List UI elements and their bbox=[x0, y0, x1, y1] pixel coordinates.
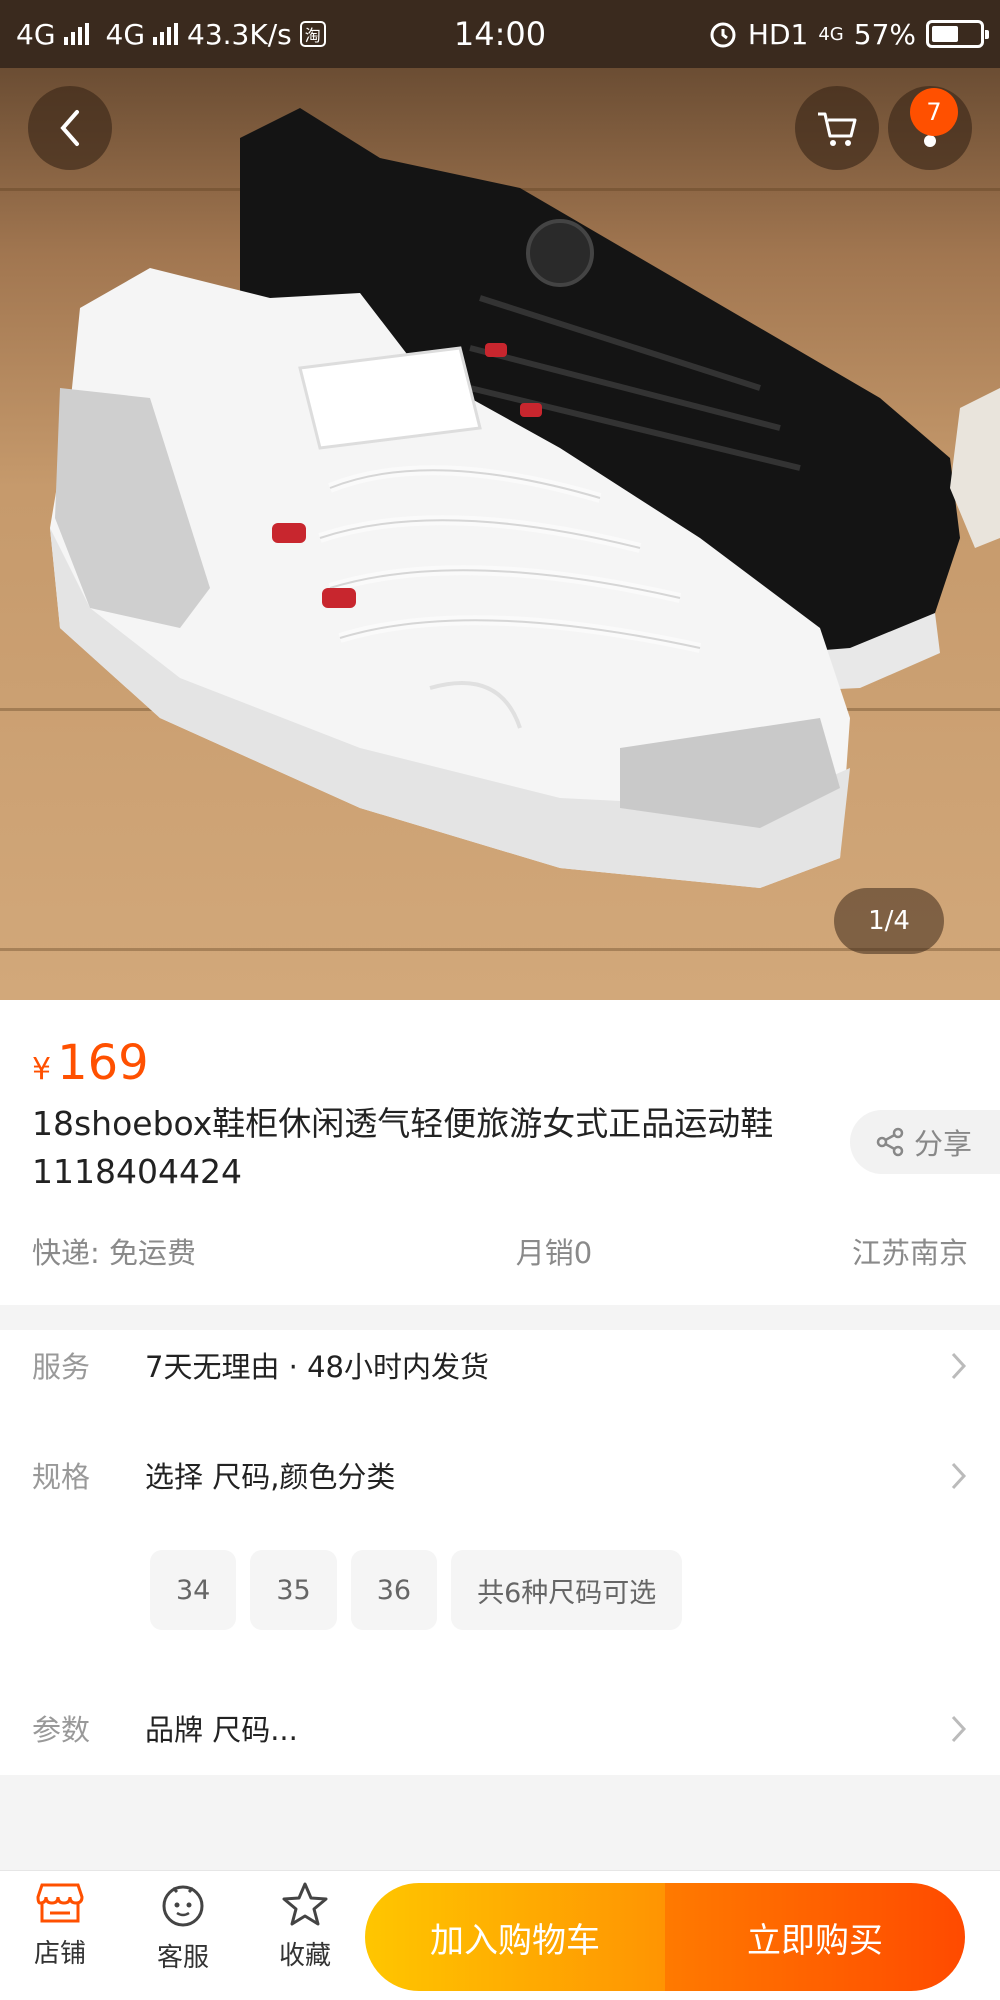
service-label: 服务 bbox=[32, 1350, 91, 1384]
size-chip-34[interactable]: 34 bbox=[150, 1550, 237, 1630]
purchase-buttons: 加入购物车 立即购买 bbox=[365, 1883, 965, 1991]
status-bar: 4G 4G 43.3K/s 淘 14:00 HD1 4G 57% bbox=[0, 0, 1000, 68]
shop-label: 店铺 bbox=[33, 1939, 86, 1969]
alarm-icon bbox=[710, 22, 736, 48]
customer-service-label: 客服 bbox=[156, 1943, 209, 1973]
service-row[interactable]: 服务 7天无理由 · 48小时内发货 bbox=[0, 1330, 1000, 1400]
share-button[interactable]: 分享 bbox=[850, 1110, 1000, 1174]
share-label: 分享 bbox=[914, 1127, 973, 1161]
service-value: 7天无理由 · 48小时内发货 bbox=[145, 1350, 490, 1384]
product-title: 18shoebox鞋柜休闲透气轻便旅游女式正品运动鞋1118404424 bbox=[32, 1104, 774, 1191]
message-count-badge: 7 bbox=[910, 88, 958, 136]
favorite-tab[interactable]: 收藏 bbox=[260, 1881, 350, 1972]
more-dot-icon bbox=[924, 135, 936, 147]
params-label: 参数 bbox=[32, 1713, 91, 1747]
star-icon bbox=[282, 1882, 328, 1926]
cart-icon bbox=[818, 112, 857, 146]
share-icon bbox=[876, 1127, 904, 1157]
product-image-gallery[interactable]: 7 1/4 bbox=[0, 68, 1000, 1000]
buy-now-button[interactable]: 立即购买 bbox=[665, 1883, 965, 1991]
cart-button[interactable] bbox=[795, 86, 879, 170]
options-section: 服务 7天无理由 · 48小时内发货 规格 选择 尺码,颜色分类 34 35 3… bbox=[0, 1330, 1000, 1775]
taobao-chip-label: 淘 bbox=[304, 26, 321, 45]
chevron-left-icon bbox=[60, 110, 79, 146]
image-counter: 1/4 bbox=[834, 888, 944, 954]
price: ¥ 169 bbox=[32, 1035, 149, 1091]
size-chip-35[interactable]: 35 bbox=[250, 1550, 337, 1630]
customer-service-tab[interactable]: 客服 bbox=[138, 1881, 228, 1974]
network-speed: 43.3K/s bbox=[187, 17, 292, 51]
network-type-2: 4G bbox=[105, 17, 146, 51]
product-info-section: ¥ 169 18shoebox鞋柜休闲透气轻便旅游女式正品运动鞋11184044… bbox=[0, 1000, 1000, 1305]
status-left: 4G 4G 43.3K/s 淘 bbox=[16, 18, 326, 51]
ship-from-location: 江苏南京 bbox=[851, 1236, 968, 1270]
price-value: 169 bbox=[57, 1035, 149, 1091]
battery-icon bbox=[926, 20, 989, 48]
signal-icon-2 bbox=[153, 23, 179, 45]
shop-tab[interactable]: 店铺 bbox=[15, 1881, 105, 1970]
monthly-sales: 月销0 bbox=[515, 1236, 593, 1270]
product-photo bbox=[50, 108, 1000, 888]
customer-service-icon bbox=[162, 1885, 204, 1927]
currency-symbol: ¥ bbox=[32, 1052, 52, 1087]
size-chip-36[interactable]: 36 bbox=[350, 1550, 438, 1630]
params-row[interactable]: 参数 品牌 尺码... bbox=[0, 1693, 1000, 1763]
network-type-3: 4G bbox=[818, 23, 844, 45]
chevron-right-icon bbox=[951, 1352, 967, 1380]
battery-level bbox=[932, 26, 958, 42]
size-chips: 34 35 36 共6种尺码可选 bbox=[150, 1550, 683, 1630]
battery-percent: 57% bbox=[853, 17, 916, 51]
product-meta: 快递: 免运费 月销0 江苏南京 bbox=[32, 1230, 968, 1272]
add-to-cart-button[interactable]: 加入购物车 bbox=[365, 1883, 665, 1991]
shipping-info: 快递: 免运费 bbox=[32, 1236, 196, 1270]
chevron-right-icon bbox=[951, 1715, 967, 1743]
spec-row[interactable]: 规格 选择 尺码,颜色分类 bbox=[0, 1440, 1000, 1510]
network-type-1: 4G bbox=[16, 17, 56, 51]
signal-icon bbox=[63, 23, 90, 45]
spec-label: 规格 bbox=[32, 1460, 91, 1494]
spec-value: 选择 尺码,颜色分类 bbox=[145, 1460, 396, 1494]
favorite-label: 收藏 bbox=[278, 1941, 331, 1971]
back-button[interactable] bbox=[28, 86, 112, 170]
taobao-notification-icon: 淘 bbox=[299, 21, 326, 47]
chevron-right-icon bbox=[951, 1462, 967, 1490]
shop-icon bbox=[36, 1883, 84, 1923]
product-detail-screen: 4G 4G 43.3K/s 淘 14:00 HD1 4G 57% 7 1/4 ¥… bbox=[0, 0, 1000, 2000]
size-chip-more[interactable]: 共6种尺码可选 bbox=[451, 1550, 683, 1630]
hd-indicator: HD1 bbox=[747, 17, 809, 51]
status-right: HD1 4G 57% bbox=[708, 17, 989, 51]
bottom-action-bar: 店铺 客服 收藏 加入购物车 立即购买 bbox=[0, 1870, 1000, 2000]
params-value: 品牌 尺码... bbox=[145, 1713, 298, 1747]
